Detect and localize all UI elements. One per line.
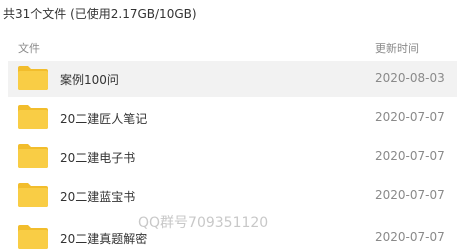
file-updated-date: 2020-07-07 — [375, 110, 445, 124]
file-row[interactable]: 20二建电子书 2020-07-07 — [8, 139, 457, 175]
file-updated-date: 2020-08-03 — [375, 71, 445, 85]
column-header-file[interactable]: 文件 — [18, 40, 40, 56]
list-header: 文件 更新时间 — [8, 36, 457, 58]
folder-icon — [18, 105, 48, 129]
file-row[interactable]: 案例100问 2020-08-03 — [8, 61, 457, 97]
file-count-summary: 共31个文件 (已使用2.17GB/10GB) — [3, 7, 197, 21]
file-name[interactable]: 20二建蓝宝书 — [60, 188, 135, 205]
file-name[interactable]: 案例100问 — [60, 71, 119, 88]
file-row[interactable]: 20二建蓝宝书 2020-07-07 — [8, 178, 457, 214]
folder-icon — [18, 183, 48, 207]
folder-icon — [18, 144, 48, 168]
column-header-updated-time[interactable]: 更新时间 — [375, 40, 419, 56]
folder-icon — [18, 66, 48, 90]
file-updated-date: 2020-07-07 — [375, 188, 445, 202]
file-row[interactable]: 20二建真题解密 2020-07-07 — [8, 218, 457, 249]
file-updated-date: 2020-07-07 — [375, 230, 445, 244]
folder-icon — [18, 225, 48, 249]
file-name[interactable]: 20二建匠人笔记 — [60, 110, 147, 127]
file-updated-date: 2020-07-07 — [375, 149, 445, 163]
file-row[interactable]: 20二建匠人笔记 2020-07-07 — [8, 100, 457, 136]
file-name[interactable]: 20二建电子书 — [60, 149, 135, 166]
file-name[interactable]: 20二建真题解密 — [60, 230, 147, 247]
